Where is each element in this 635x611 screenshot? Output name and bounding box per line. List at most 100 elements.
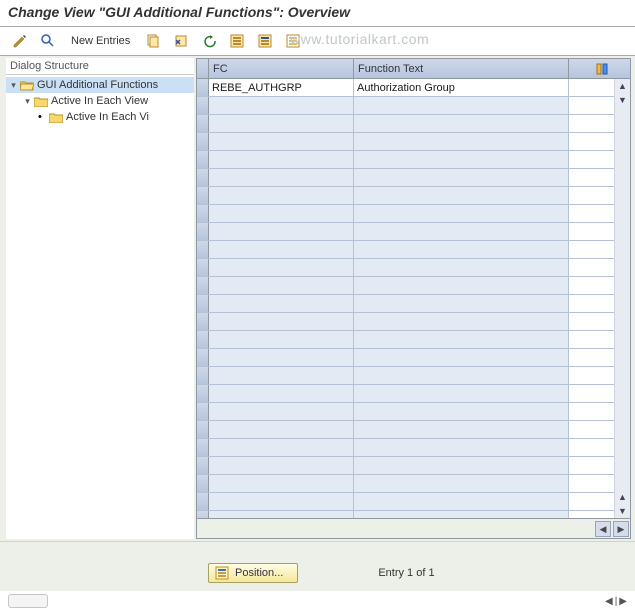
table-row[interactable]: REBE_AUTHGRPAuthorization Group bbox=[197, 79, 614, 97]
table-row[interactable] bbox=[197, 367, 614, 385]
table-row[interactable] bbox=[197, 385, 614, 403]
deselect-all-icon[interactable] bbox=[281, 31, 305, 51]
row-selector[interactable] bbox=[197, 493, 209, 510]
cell-function-text[interactable] bbox=[354, 169, 569, 186]
row-selector[interactable] bbox=[197, 205, 209, 222]
table-row[interactable] bbox=[197, 241, 614, 259]
row-selector[interactable] bbox=[197, 475, 209, 492]
cell-function-text[interactable] bbox=[354, 205, 569, 222]
table-row[interactable] bbox=[197, 403, 614, 421]
cell-fc[interactable] bbox=[209, 295, 354, 312]
scroll-down-icon[interactable]: ▼ bbox=[616, 93, 630, 107]
table-row[interactable] bbox=[197, 205, 614, 223]
row-selector[interactable] bbox=[197, 115, 209, 132]
row-selector[interactable] bbox=[197, 367, 209, 384]
row-selector[interactable] bbox=[197, 295, 209, 312]
cell-function-text[interactable]: Authorization Group bbox=[354, 79, 569, 96]
cell-fc[interactable] bbox=[209, 205, 354, 222]
table-row[interactable] bbox=[197, 511, 614, 518]
cell-fc[interactable] bbox=[209, 169, 354, 186]
table-row[interactable] bbox=[197, 295, 614, 313]
row-selector[interactable] bbox=[197, 223, 209, 240]
row-selector[interactable] bbox=[197, 97, 209, 114]
column-header-fc[interactable]: FC bbox=[209, 59, 354, 78]
table-row[interactable] bbox=[197, 439, 614, 457]
cell-fc[interactable] bbox=[209, 385, 354, 402]
row-selector-header[interactable] bbox=[197, 59, 209, 78]
scroll-down-end-icon[interactable]: ▼ bbox=[616, 504, 630, 518]
cell-fc[interactable] bbox=[209, 403, 354, 420]
tree-node-active-in-each-view-cluster[interactable]: • Active In Each Vi bbox=[6, 109, 194, 125]
cell-fc[interactable] bbox=[209, 511, 354, 518]
table-row[interactable] bbox=[197, 187, 614, 205]
cell-fc[interactable] bbox=[209, 421, 354, 438]
new-entries-button[interactable]: New Entries bbox=[64, 31, 137, 51]
cell-function-text[interactable] bbox=[354, 475, 569, 492]
scroll-up-end-icon[interactable]: ▲ bbox=[616, 490, 630, 504]
cell-fc[interactable] bbox=[209, 187, 354, 204]
table-row[interactable] bbox=[197, 133, 614, 151]
row-selector[interactable] bbox=[197, 313, 209, 330]
cell-function-text[interactable] bbox=[354, 331, 569, 348]
cell-fc[interactable] bbox=[209, 457, 354, 474]
cell-function-text[interactable] bbox=[354, 421, 569, 438]
scroll-right-icon[interactable]: ▶ bbox=[613, 521, 629, 537]
table-row[interactable] bbox=[197, 259, 614, 277]
row-selector[interactable] bbox=[197, 133, 209, 150]
row-selector[interactable] bbox=[197, 439, 209, 456]
table-row[interactable] bbox=[197, 349, 614, 367]
cell-function-text[interactable] bbox=[354, 259, 569, 276]
cell-function-text[interactable] bbox=[354, 367, 569, 384]
table-row[interactable] bbox=[197, 475, 614, 493]
cell-function-text[interactable] bbox=[354, 313, 569, 330]
table-row[interactable] bbox=[197, 115, 614, 133]
table-row[interactable] bbox=[197, 169, 614, 187]
nav-left-icon[interactable]: ◀ bbox=[605, 596, 613, 607]
table-row[interactable] bbox=[197, 97, 614, 115]
cell-fc[interactable] bbox=[209, 349, 354, 366]
cell-function-text[interactable] bbox=[354, 133, 569, 150]
row-selector[interactable] bbox=[197, 349, 209, 366]
row-selector[interactable] bbox=[197, 241, 209, 258]
cell-fc[interactable] bbox=[209, 367, 354, 384]
copy-as-icon[interactable] bbox=[141, 31, 165, 51]
configure-columns-icon[interactable] bbox=[569, 59, 630, 78]
expand-toggle-icon[interactable]: ▾ bbox=[8, 80, 19, 91]
cell-function-text[interactable] bbox=[354, 97, 569, 114]
select-block-icon[interactable] bbox=[253, 31, 277, 51]
cell-function-text[interactable] bbox=[354, 511, 569, 518]
tree-node-gui-additional-functions[interactable]: ▾ GUI Additional Functions bbox=[6, 77, 194, 93]
cell-function-text[interactable] bbox=[354, 439, 569, 456]
cell-function-text[interactable] bbox=[354, 349, 569, 366]
cell-function-text[interactable] bbox=[354, 457, 569, 474]
tree-node-active-in-each-view[interactable]: ▾ Active In Each View bbox=[6, 93, 194, 109]
cell-fc[interactable] bbox=[209, 475, 354, 492]
table-row[interactable] bbox=[197, 421, 614, 439]
cell-function-text[interactable] bbox=[354, 151, 569, 168]
cell-fc[interactable] bbox=[209, 439, 354, 456]
status-chip[interactable] bbox=[8, 594, 48, 608]
row-selector[interactable] bbox=[197, 79, 209, 96]
row-selector[interactable] bbox=[197, 151, 209, 168]
row-selector[interactable] bbox=[197, 403, 209, 420]
delete-icon[interactable] bbox=[169, 31, 193, 51]
row-selector[interactable] bbox=[197, 331, 209, 348]
cell-fc[interactable] bbox=[209, 331, 354, 348]
position-button[interactable]: Position... bbox=[208, 563, 298, 583]
cell-function-text[interactable] bbox=[354, 241, 569, 258]
cell-fc[interactable] bbox=[209, 223, 354, 240]
vertical-scrollbar[interactable]: ▲ ▼ ▲ ▼ bbox=[614, 79, 630, 518]
expand-toggle-icon[interactable]: ▾ bbox=[22, 96, 33, 107]
cell-function-text[interactable] bbox=[354, 187, 569, 204]
cell-function-text[interactable] bbox=[354, 115, 569, 132]
table-row[interactable] bbox=[197, 313, 614, 331]
row-selector[interactable] bbox=[197, 169, 209, 186]
row-selector[interactable] bbox=[197, 457, 209, 474]
row-selector[interactable] bbox=[197, 421, 209, 438]
choose-detail-icon[interactable] bbox=[36, 31, 60, 51]
column-header-function-text[interactable]: Function Text bbox=[354, 59, 569, 78]
scroll-up-icon[interactable]: ▲ bbox=[616, 79, 630, 93]
cell-fc[interactable] bbox=[209, 313, 354, 330]
table-row[interactable] bbox=[197, 151, 614, 169]
cell-fc[interactable] bbox=[209, 493, 354, 510]
